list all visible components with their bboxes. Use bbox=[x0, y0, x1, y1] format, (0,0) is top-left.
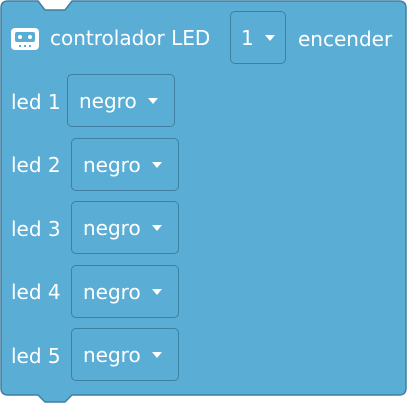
block-header: controlador LED bbox=[10, 12, 210, 64]
caret-down-icon bbox=[147, 97, 158, 104]
caret-down-icon bbox=[151, 288, 162, 295]
caret-down-icon bbox=[264, 34, 275, 41]
led-color-value: negro bbox=[83, 215, 141, 240]
led-5-color-dropdown[interactable]: negro bbox=[71, 328, 179, 381]
led-2-color-dropdown[interactable]: negro bbox=[71, 138, 179, 191]
block-title: controlador LED bbox=[50, 26, 211, 50]
led-label: led 3 bbox=[11, 217, 61, 241]
robot-icon bbox=[11, 28, 39, 50]
caret-down-icon bbox=[151, 224, 162, 231]
led-1-color-dropdown[interactable]: negro bbox=[67, 74, 175, 127]
led-4-color-dropdown[interactable]: negro bbox=[71, 265, 179, 318]
caret-down-icon bbox=[151, 351, 162, 358]
led-label: led 4 bbox=[11, 280, 61, 304]
led-label: led 2 bbox=[11, 153, 61, 177]
controller-number-dropdown[interactable]: 1 bbox=[230, 11, 286, 64]
led-3-color-dropdown[interactable]: negro bbox=[71, 201, 179, 254]
led-controller-block[interactable]: controlador LED 1 encender led 1 negro l… bbox=[0, 0, 407, 403]
controller-number-value: 1 bbox=[241, 25, 254, 50]
led-label: led 1 bbox=[11, 90, 61, 114]
block-action-label: encender bbox=[298, 27, 393, 51]
caret-down-icon bbox=[151, 161, 162, 168]
led-color-value: negro bbox=[83, 279, 141, 304]
led-color-value: negro bbox=[79, 88, 137, 113]
led-color-value: negro bbox=[83, 342, 141, 367]
led-color-value: negro bbox=[83, 152, 141, 177]
led-label: led 5 bbox=[11, 344, 61, 368]
